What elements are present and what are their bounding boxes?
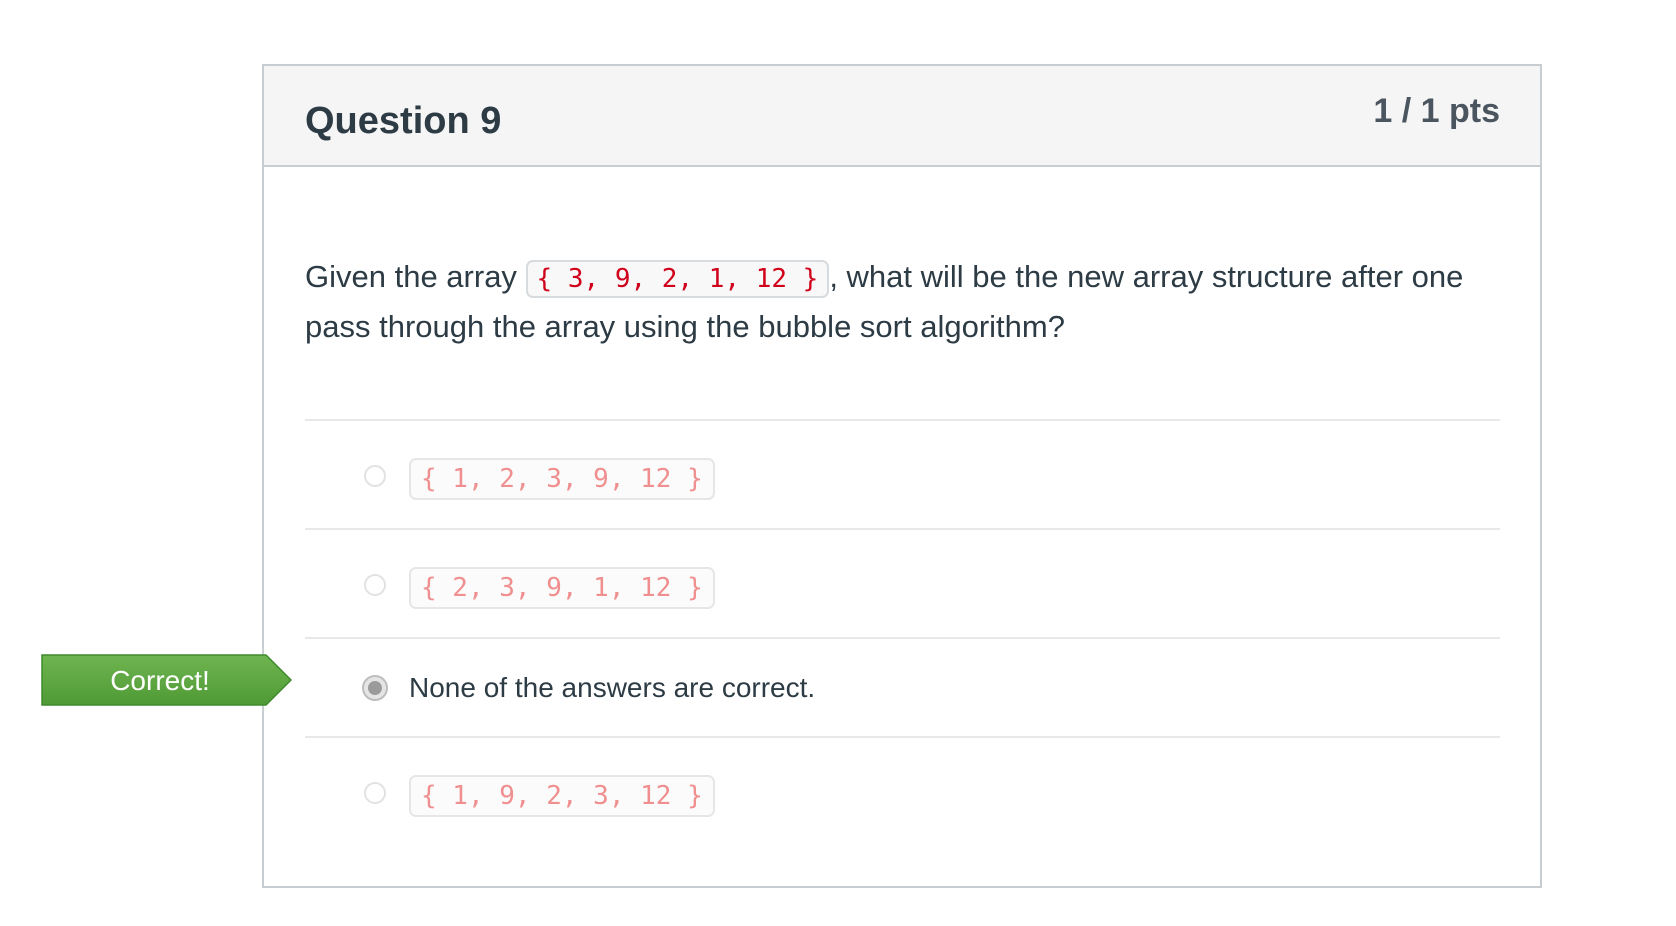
- answer-option-1[interactable]: { 1, 2, 3, 9, 12 }: [305, 421, 1500, 530]
- question-text: Given the array { 3, 9, 2, 1, 12 }, what…: [305, 253, 1500, 351]
- answer-option-2[interactable]: { 2, 3, 9, 1, 12 }: [305, 530, 1500, 639]
- correct-label: Correct!: [110, 665, 210, 696]
- question-array-code: { 3, 9, 2, 1, 12 }: [525, 260, 830, 298]
- correct-answer-flag: Correct!: [40, 653, 294, 707]
- answer-option-4[interactable]: { 1, 9, 2, 3, 12 }: [305, 738, 1500, 847]
- answer-option-3[interactable]: None of the answers are correct.: [305, 639, 1500, 738]
- question-card: Question 9 1 / 1 pts Given the array { 3…: [262, 64, 1542, 888]
- question-body: Given the array { 3, 9, 2, 1, 12 }, what…: [305, 167, 1500, 886]
- question-points: 1 / 1 pts: [1373, 92, 1500, 130]
- radio-button[interactable]: [364, 465, 386, 487]
- answer-label: { 2, 3, 9, 1, 12 }: [409, 567, 715, 609]
- answer-label: { 1, 2, 3, 9, 12 }: [409, 458, 715, 500]
- radio-button-selected[interactable]: [362, 675, 388, 701]
- question-title: Question 9: [305, 100, 502, 142]
- answer-label: None of the answers are correct.: [409, 672, 816, 703]
- radio-button[interactable]: [364, 574, 386, 596]
- question-text-before: Given the array: [305, 259, 526, 294]
- answer-label: { 1, 9, 2, 3, 12 }: [409, 775, 715, 817]
- radio-button[interactable]: [364, 782, 386, 804]
- question-header: Question 9 1 / 1 pts: [264, 66, 1540, 167]
- answer-list: { 1, 2, 3, 9, 12 } { 2, 3, 9, 1, 12 } No…: [305, 419, 1500, 847]
